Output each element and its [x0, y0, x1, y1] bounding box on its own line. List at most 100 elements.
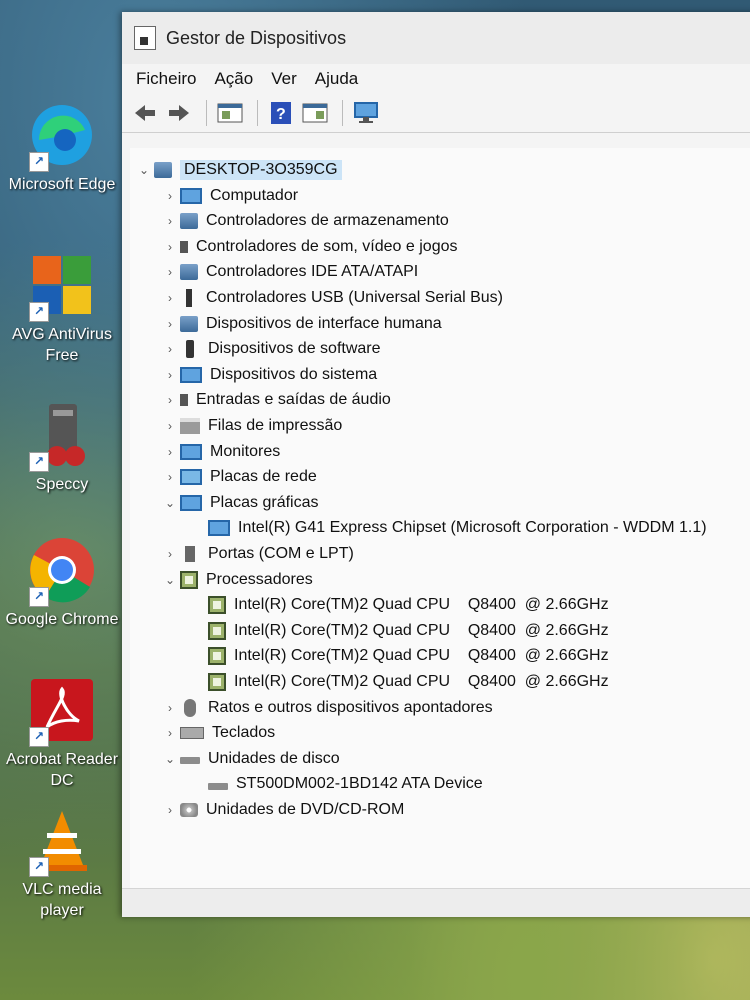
cpu-icon	[208, 621, 226, 640]
window-title: Gestor de Dispositivos	[166, 27, 347, 48]
tree-item-label: Controladores USB (Universal Serial Bus)	[206, 289, 503, 306]
tree-device[interactable]: Intel(R) G41 Express Chipset (Microsoft …	[188, 516, 707, 540]
menu-ajuda[interactable]: Ajuda	[315, 69, 358, 89]
device-manager-icon	[134, 26, 156, 50]
speaker-icon	[180, 394, 188, 407]
collapse-chevron-icon[interactable]: ⌄	[160, 752, 180, 766]
tree-category[interactable]: ⌄ Processadores	[160, 568, 313, 592]
tree-item-label: Intel(R) Core(TM)2 Quad CPU Q8400 @ 2.66…	[234, 596, 609, 614]
tree-item-label: ST500DM002-1BD142 ATA Device	[236, 775, 483, 793]
update-driver-button[interactable]	[300, 99, 330, 127]
expand-chevron-icon[interactable]: ›	[160, 726, 180, 740]
expand-chevron-icon[interactable]: ›	[160, 368, 180, 382]
menu-ver[interactable]: Ver	[271, 69, 297, 89]
disk-icon	[208, 782, 228, 790]
generic-icon	[180, 213, 198, 230]
tree-category[interactable]: ⌄ Unidades de disco	[160, 747, 340, 771]
desktop-icon-edge[interactable]: ↗ Microsoft Edge	[2, 100, 122, 195]
disk-icon	[180, 757, 200, 765]
phone-icon	[186, 340, 194, 359]
menu-acao[interactable]: Ação	[214, 69, 253, 89]
menu-bar: Ficheiro Ação Ver Ajuda	[122, 64, 750, 94]
tree-item-label: Placas de rede	[210, 468, 317, 486]
tree-item-label: Unidades de disco	[208, 749, 340, 767]
forward-arrow-icon	[169, 105, 189, 121]
expand-chevron-icon[interactable]: ›	[160, 317, 180, 331]
tree-item-label: Intel(R) Core(TM)2 Quad CPU Q8400 @ 2.66…	[234, 647, 609, 665]
collapse-chevron-icon[interactable]: ⌄	[160, 573, 180, 587]
desktop-icon-avg[interactable]: ↗ AVG AntiVirus Free	[2, 250, 122, 366]
expand-chevron-icon[interactable]: ›	[160, 189, 180, 203]
expand-chevron-icon[interactable]: ›	[160, 419, 180, 433]
edge-icon: ↗	[27, 100, 97, 172]
desktop-icon-speccy[interactable]: ↗ Speccy	[2, 400, 122, 495]
collapse-chevron-icon[interactable]: ⌄	[160, 496, 180, 510]
generic-icon	[180, 264, 198, 281]
tree-category[interactable]: › Teclados	[160, 721, 275, 745]
help-button[interactable]: ?	[266, 99, 296, 127]
cpu-icon	[208, 647, 226, 666]
tree-root-label: DESKTOP-3O359CG	[180, 160, 342, 180]
menu-ficheiro[interactable]: Ficheiro	[136, 69, 196, 89]
monitor-icon	[208, 520, 230, 537]
tree-device[interactable]: ST500DM002-1BD142 ATA Device	[188, 772, 483, 796]
tree-item-label: Intel(R) G41 Express Chipset (Microsoft …	[238, 519, 707, 537]
tree-category[interactable]: › Placas de rede	[160, 465, 317, 489]
status-bar	[122, 888, 750, 917]
title-bar[interactable]: Gestor de Dispositivos	[122, 12, 750, 64]
vlc-icon: ↗	[27, 805, 97, 877]
tree-category[interactable]: › Filas de impressão	[160, 414, 342, 438]
expand-chevron-icon[interactable]: ›	[160, 265, 180, 279]
expand-chevron-icon[interactable]: ›	[160, 291, 180, 305]
tree-device[interactable]: Intel(R) Core(TM)2 Quad CPU Q8400 @ 2.66…	[188, 619, 609, 643]
scan-hardware-button[interactable]	[351, 99, 381, 127]
desktop-icon-chrome[interactable]: ↗ Google Chrome	[2, 535, 122, 630]
properties-icon	[217, 103, 243, 123]
tree-category[interactable]: › Portas (COM e LPT)	[160, 542, 354, 566]
tree-category[interactable]: › Dispositivos de interface humana	[160, 312, 442, 336]
expand-chevron-icon[interactable]: ›	[160, 342, 180, 356]
expand-chevron-icon[interactable]: ›	[160, 393, 180, 407]
speccy-icon: ↗	[27, 400, 97, 472]
tree-category[interactable]: › Controladores de armazenamento	[160, 209, 449, 233]
collapse-chevron-icon[interactable]: ⌄	[134, 163, 154, 177]
tree-category[interactable]: › Unidades de DVD/CD-ROM	[160, 798, 404, 822]
tree-device[interactable]: Intel(R) Core(TM)2 Quad CPU Q8400 @ 2.66…	[188, 670, 609, 694]
tree-device[interactable]: Intel(R) Core(TM)2 Quad CPU Q8400 @ 2.66…	[188, 644, 609, 668]
tree-item-label: Dispositivos de interface humana	[206, 314, 442, 332]
back-button[interactable]	[130, 99, 160, 127]
expand-chevron-icon[interactable]: ›	[160, 214, 180, 228]
tree-device[interactable]: Intel(R) Core(TM)2 Quad CPU Q8400 @ 2.66…	[188, 593, 609, 617]
scan-hardware-icon	[354, 102, 378, 123]
desktop-icon-label: Speccy	[35, 476, 89, 493]
expand-chevron-icon[interactable]: ›	[160, 701, 180, 715]
tree-category[interactable]: › Ratos e outros dispositivos apontadores	[160, 696, 493, 720]
tree-item-label: Dispositivos de software	[208, 340, 381, 358]
tree-category[interactable]: ⌄ Placas gráficas	[160, 491, 319, 515]
tree-category[interactable]: › Entradas e saídas de áudio	[160, 388, 391, 412]
tree-category[interactable]: › Controladores de som, vídeo e jogos	[160, 235, 457, 259]
tree-category[interactable]: › Dispositivos de software	[160, 337, 381, 361]
forward-button[interactable]	[164, 99, 194, 127]
tree-category[interactable]: › Computador	[160, 184, 298, 208]
desktop-icon-vlc[interactable]: ↗ VLC media player	[2, 805, 122, 921]
tree-category[interactable]: › Dispositivos do sistema	[160, 363, 377, 387]
tree-item-label: Intel(R) Core(TM)2 Quad CPU Q8400 @ 2.66…	[234, 673, 609, 690]
tree-category[interactable]: › Controladores USB (Universal Serial Bus…	[160, 286, 503, 310]
expand-chevron-icon[interactable]: ›	[160, 470, 180, 484]
tree-item-label: Controladores de armazenamento	[206, 212, 449, 230]
desktop-icon-acrobat[interactable]: ↗ Acrobat Reader DC	[2, 675, 122, 791]
expand-chevron-icon[interactable]: ›	[160, 240, 180, 254]
expand-chevron-icon[interactable]: ›	[160, 803, 180, 817]
cpu-icon	[180, 570, 198, 589]
svg-text:?: ?	[276, 106, 286, 123]
tree-category[interactable]: › Controladores IDE ATA/ATAPI	[160, 260, 418, 284]
tree-root-computer[interactable]: ⌄ DESKTOP-3O359CG	[134, 158, 342, 182]
expand-chevron-icon[interactable]: ›	[160, 547, 180, 561]
desktop-icon-label: AVG AntiVirus Free	[12, 326, 112, 364]
expand-chevron-icon[interactable]: ›	[160, 445, 180, 459]
speaker-icon	[180, 240, 188, 253]
tree-item-label: Placas gráficas	[210, 493, 319, 511]
properties-button[interactable]	[215, 99, 245, 127]
tree-category[interactable]: › Monitores	[160, 440, 280, 464]
